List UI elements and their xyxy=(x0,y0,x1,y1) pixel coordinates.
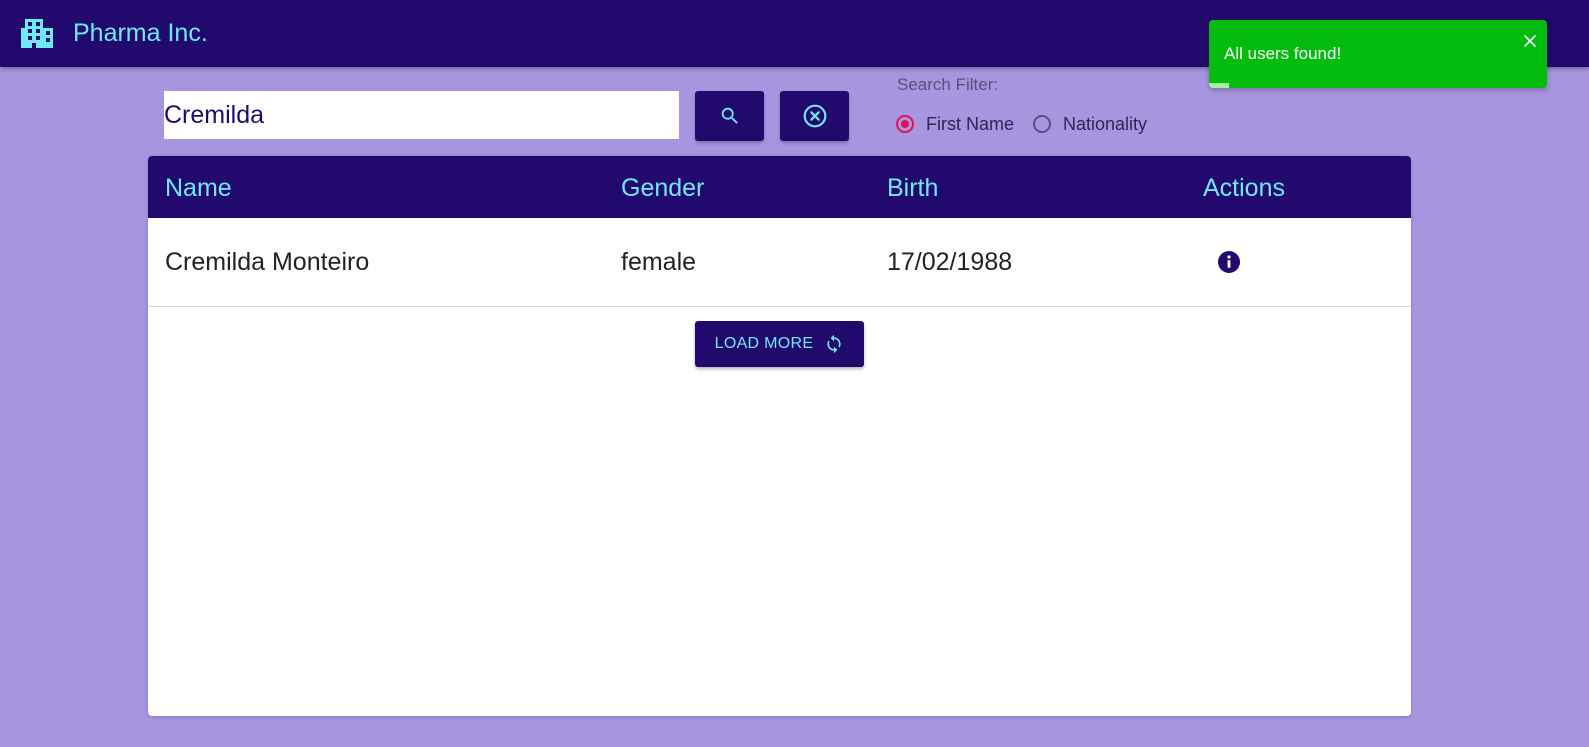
load-more-button[interactable]: LOAD MORE xyxy=(695,321,864,367)
radio-first-name-label: First Name xyxy=(926,113,1015,134)
app-title: Pharma Inc. xyxy=(73,19,208,47)
clear-button[interactable] xyxy=(780,91,849,141)
radio-first-name[interactable]: First Name xyxy=(896,112,1014,136)
search-input[interactable] xyxy=(164,91,679,139)
toast-progress-bar xyxy=(1209,83,1230,88)
column-header-gender: Gender xyxy=(621,174,705,202)
radio-unchecked-indicator[interactable] xyxy=(1033,115,1051,133)
cell-gender: female xyxy=(621,248,697,276)
radio-checked-indicator[interactable] xyxy=(896,115,914,133)
cell-name: Cremilda Monteiro xyxy=(165,248,370,276)
table-row: Cremilda Monteiro female 17/02/1988 xyxy=(148,218,1411,307)
cell-birth: 17/02/1988 xyxy=(887,248,1013,276)
search-filter-label: Search Filter: xyxy=(897,75,999,94)
radio-nationality[interactable]: Nationality xyxy=(1033,112,1147,136)
table-header: Name Gender Birth Actions xyxy=(148,156,1411,218)
column-header-birth: Birth xyxy=(887,174,939,202)
column-header-actions: Actions xyxy=(1203,174,1285,202)
info-icon[interactable] xyxy=(1217,250,1241,274)
column-header-name: Name xyxy=(165,174,232,202)
radio-nationality-label: Nationality xyxy=(1063,113,1148,134)
building-icon xyxy=(21,19,53,48)
refresh-icon xyxy=(827,334,842,354)
toast-message: All users found! xyxy=(1224,44,1342,63)
close-icon[interactable] xyxy=(1523,34,1537,48)
search-icon xyxy=(721,107,738,124)
load-more-label: LOAD MORE xyxy=(714,335,814,352)
search-button[interactable] xyxy=(695,91,764,141)
clear-circle-icon xyxy=(803,104,826,128)
users-table-card: Name Gender Birth Actions Cremilda Monte… xyxy=(148,156,1411,716)
success-toast: All users found! xyxy=(1209,20,1547,88)
